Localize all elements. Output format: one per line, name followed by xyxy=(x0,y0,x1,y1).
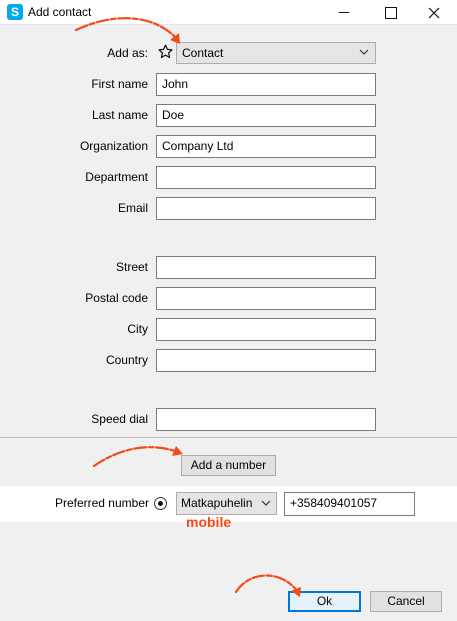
cancel-button[interactable]: Cancel xyxy=(370,591,442,612)
postal-code-label: Postal code xyxy=(85,291,148,305)
preferred-number-radio[interactable] xyxy=(154,497,167,510)
last-name-label: Last name xyxy=(91,108,148,122)
add-as-value: Contact xyxy=(182,46,224,60)
close-icon xyxy=(428,7,440,19)
chevron-down-icon xyxy=(359,49,369,55)
skype-app-icon: S xyxy=(7,4,23,20)
arrow-to-ok xyxy=(234,574,300,594)
minimize-button[interactable] xyxy=(321,0,367,25)
country-field[interactable] xyxy=(156,349,376,372)
street-label: Street xyxy=(115,260,148,274)
email-field[interactable] xyxy=(156,197,376,220)
maximize-button[interactable] xyxy=(367,0,413,25)
department-field[interactable] xyxy=(156,166,376,189)
chevron-down-icon xyxy=(261,500,271,506)
preferred-number-label: Preferred number xyxy=(54,496,149,510)
mobile-annotation: mobile xyxy=(186,514,232,530)
ok-button[interactable]: Ok xyxy=(288,591,361,612)
window-title: Add contact xyxy=(28,5,92,19)
street-field[interactable] xyxy=(156,256,376,279)
add-as-label: Add as: xyxy=(107,46,148,60)
add-number-button[interactable]: Add a number xyxy=(181,455,276,476)
first-name-field[interactable]: John xyxy=(156,73,376,96)
organization-label: Organization xyxy=(79,139,148,153)
organization-field[interactable]: Company Ltd xyxy=(156,135,376,158)
country-label: Country xyxy=(105,353,148,367)
first-name-label: First name xyxy=(91,77,148,91)
last-name-field[interactable]: Doe xyxy=(156,104,376,127)
star-icon xyxy=(158,44,173,59)
speed-dial-label: Speed dial xyxy=(91,412,148,426)
phone-type-value: Matkapuhelin xyxy=(181,496,253,510)
email-label: Email xyxy=(117,201,148,215)
postal-code-field[interactable] xyxy=(156,287,376,310)
speed-dial-field[interactable] xyxy=(156,408,376,431)
close-button[interactable] xyxy=(411,0,457,25)
arrow-to-add-number xyxy=(92,446,180,468)
city-field[interactable] xyxy=(156,318,376,341)
section-divider xyxy=(0,437,457,438)
department-label: Department xyxy=(85,170,148,184)
city-label: City xyxy=(127,322,148,336)
phone-number-field[interactable]: +358409401057 xyxy=(284,492,415,516)
add-as-dropdown[interactable]: Contact xyxy=(176,42,376,64)
phone-type-dropdown[interactable]: Matkapuhelin xyxy=(176,492,277,515)
title-bar: S Add contact xyxy=(0,0,457,25)
